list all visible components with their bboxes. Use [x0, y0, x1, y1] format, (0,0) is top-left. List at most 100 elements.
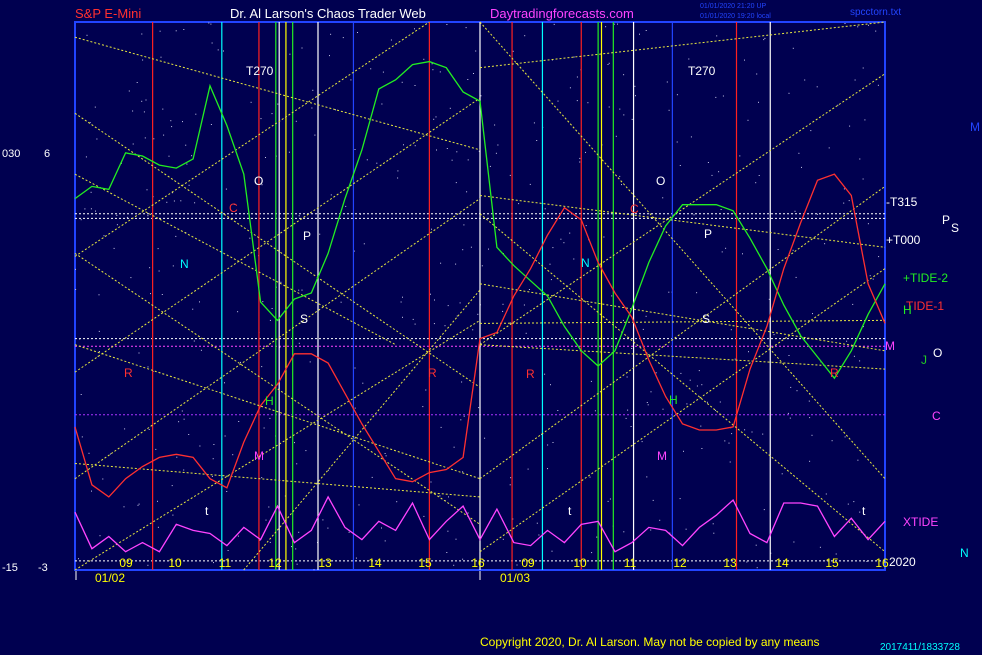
x-tick-label: 12	[673, 556, 687, 570]
star-dot	[147, 366, 149, 368]
star-dot	[631, 348, 633, 349]
star-dot	[384, 540, 386, 542]
star-dot	[847, 503, 849, 505]
star-dot	[402, 296, 403, 298]
star-dot	[342, 37, 344, 39]
star-dot	[224, 435, 226, 437]
star-dot	[859, 511, 861, 513]
star-dot	[195, 113, 197, 115]
star-dot	[96, 138, 98, 140]
star-dot	[608, 62, 610, 64]
star-dot	[249, 237, 251, 239]
star-dot	[467, 512, 469, 514]
star-dot	[432, 69, 434, 71]
star-dot	[796, 390, 798, 392]
star-dot	[635, 95, 636, 97]
x-tick-label: 12	[268, 556, 282, 570]
star-dot	[213, 444, 215, 445]
star-dot	[587, 102, 589, 104]
star-dot	[312, 89, 314, 91]
star-dot	[480, 95, 482, 97]
star-dot	[862, 67, 864, 69]
star-dot	[615, 135, 617, 137]
star-dot	[857, 26, 859, 28]
star-dot	[716, 35, 718, 37]
star-dot	[370, 68, 372, 70]
star-dot	[210, 23, 212, 25]
star-dot	[327, 527, 329, 529]
star-dot	[462, 471, 464, 473]
star-dot	[269, 319, 271, 321]
star-dot	[314, 134, 316, 136]
star-dot	[713, 532, 715, 534]
star-dot	[446, 24, 448, 25]
x-tick-label: 16	[471, 556, 485, 570]
v-line-label: S	[300, 312, 308, 326]
star-dot	[768, 298, 770, 300]
star-dot	[552, 442, 554, 443]
star-dot	[809, 417, 811, 419]
v-line-label: N	[180, 257, 189, 271]
star-dot	[141, 33, 143, 35]
star-dot	[459, 302, 461, 304]
star-dot	[381, 527, 382, 529]
star-dot	[722, 95, 724, 97]
star-dot	[322, 519, 324, 521]
series-label: +TIDE-2	[903, 271, 948, 285]
star-dot	[707, 162, 709, 163]
star-dot	[237, 311, 239, 313]
star-dot	[843, 188, 845, 190]
star-dot	[868, 24, 869, 26]
star-dot	[98, 294, 100, 296]
star-dot	[462, 558, 464, 560]
star-dot	[146, 189, 148, 191]
star-dot	[401, 81, 403, 83]
star-dot	[158, 270, 160, 272]
star-dot	[701, 448, 703, 449]
series-label: XTIDE	[903, 515, 938, 529]
star-dot	[186, 163, 188, 165]
star-dot	[194, 202, 196, 204]
star-dot	[183, 418, 185, 420]
star-dot	[789, 417, 791, 419]
star-dot	[403, 144, 404, 146]
author-title: Dr. Al Larson's Chaos Trader Web	[230, 6, 426, 21]
date-label: 01/02	[95, 571, 125, 585]
star-dot	[510, 477, 512, 479]
star-dot	[551, 550, 553, 552]
star-dot	[440, 426, 442, 428]
star-dot	[330, 33, 332, 35]
star-dot	[455, 538, 457, 540]
star-dot	[777, 249, 779, 250]
star-dot	[623, 114, 625, 116]
star-dot	[668, 109, 670, 111]
star-dot	[764, 37, 766, 39]
star-dot	[265, 519, 267, 521]
planet-glyph: H	[903, 303, 912, 317]
star-dot	[396, 501, 398, 503]
star-dot	[755, 544, 757, 546]
planet-glyph: M	[885, 339, 895, 353]
star-dot	[755, 182, 757, 184]
star-dot	[852, 303, 854, 305]
star-dot	[812, 313, 813, 315]
star-dot	[159, 30, 161, 32]
star-dot	[355, 557, 357, 559]
star-dot	[337, 217, 339, 219]
star-dot	[591, 552, 593, 554]
star-dot	[433, 323, 435, 325]
star-dot	[210, 124, 212, 125]
star-dot	[225, 188, 227, 190]
file-name: spcctorn.txt	[850, 7, 901, 18]
star-dot	[295, 120, 297, 122]
star-dot	[869, 275, 871, 277]
star-dot	[348, 531, 350, 533]
star-dot	[124, 428, 126, 430]
star-dot	[449, 107, 451, 109]
star-dot	[679, 165, 681, 166]
star-dot	[676, 141, 678, 143]
star-dot	[366, 159, 368, 161]
star-dot	[466, 191, 468, 193]
star-dot	[84, 208, 86, 210]
star-dot	[90, 191, 92, 193]
